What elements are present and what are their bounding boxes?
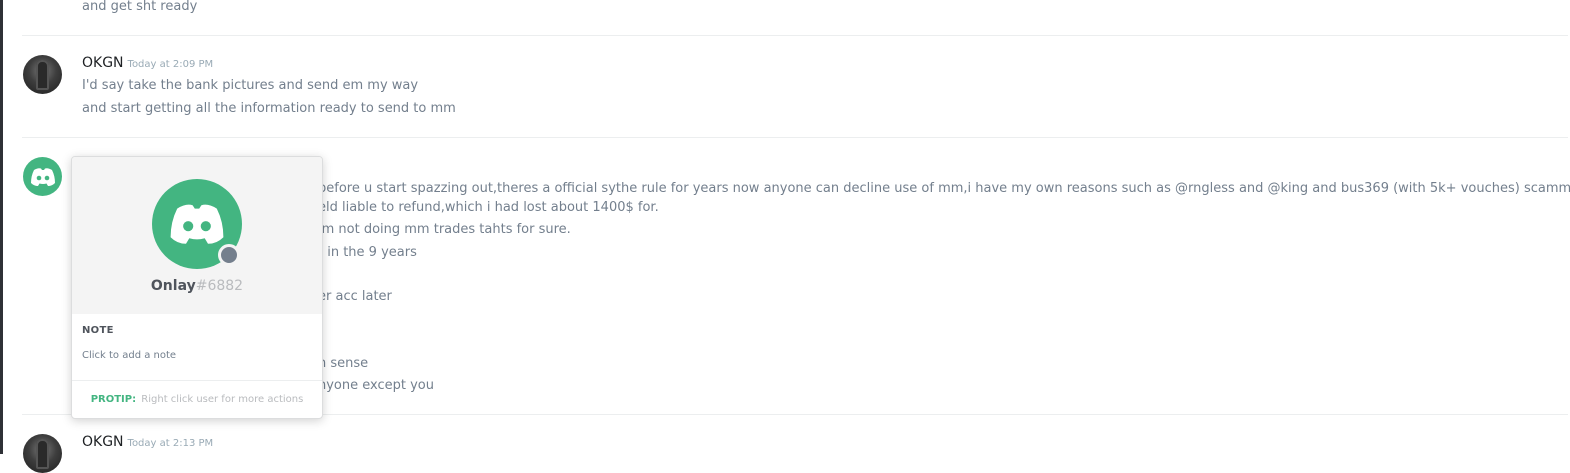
popout-username[interactable]: Onlay#6882 xyxy=(72,277,322,295)
avatar-okgn[interactable] xyxy=(23,55,62,94)
message-header: OKGN Today at 2:09 PM xyxy=(82,54,213,74)
message-line: eld liable to refund,which i had lost ab… xyxy=(318,200,659,215)
message-line: n sense xyxy=(318,356,369,371)
message-line: im not doing mm trades tahts for sure. xyxy=(318,222,571,237)
username-okgn[interactable]: OKGN xyxy=(82,434,124,450)
message-line: before u start spazzing out,theres a off… xyxy=(318,181,1570,196)
timestamp: Today at 2:13 PM xyxy=(127,438,214,449)
user-popout: Onlay#6882 NOTE Click to add a note PROT… xyxy=(71,156,323,419)
timestamp: Today at 2:09 PM xyxy=(127,59,214,70)
note-label: NOTE xyxy=(82,325,114,336)
status-offline-icon xyxy=(218,244,240,266)
message-line: I'd say take the bank pictures and send … xyxy=(82,78,419,93)
avatar-image xyxy=(36,60,49,90)
discord-logo-icon xyxy=(170,204,224,244)
message-line: and start getting all the information re… xyxy=(82,101,456,116)
message-line: t in the 9 years xyxy=(318,245,417,260)
protip-text: Right click user for more actions xyxy=(141,394,304,405)
popout-divider xyxy=(72,380,322,381)
popout-discriminator: #6882 xyxy=(195,278,244,294)
protip-label: PROTIP: xyxy=(90,394,137,405)
protip: PROTIP: Right click user for more action… xyxy=(72,394,322,405)
message-header: OKGN Today at 2:13 PM xyxy=(82,433,213,453)
popout-header: Onlay#6882 xyxy=(72,157,322,314)
popout-username-text: Onlay xyxy=(150,278,196,294)
window-left-border xyxy=(0,0,3,454)
message-line: er acc later xyxy=(318,289,392,304)
note-input[interactable]: Click to add a note xyxy=(82,349,310,363)
username-okgn[interactable]: OKGN xyxy=(82,55,124,71)
avatar-image xyxy=(36,439,49,469)
discord-logo-icon xyxy=(30,167,55,186)
message-line: and get sht ready xyxy=(82,0,198,14)
avatar-onlay[interactable] xyxy=(23,157,62,196)
message-divider xyxy=(22,137,1568,138)
message-line: nyone except you xyxy=(318,378,435,393)
message-divider xyxy=(22,35,1568,36)
